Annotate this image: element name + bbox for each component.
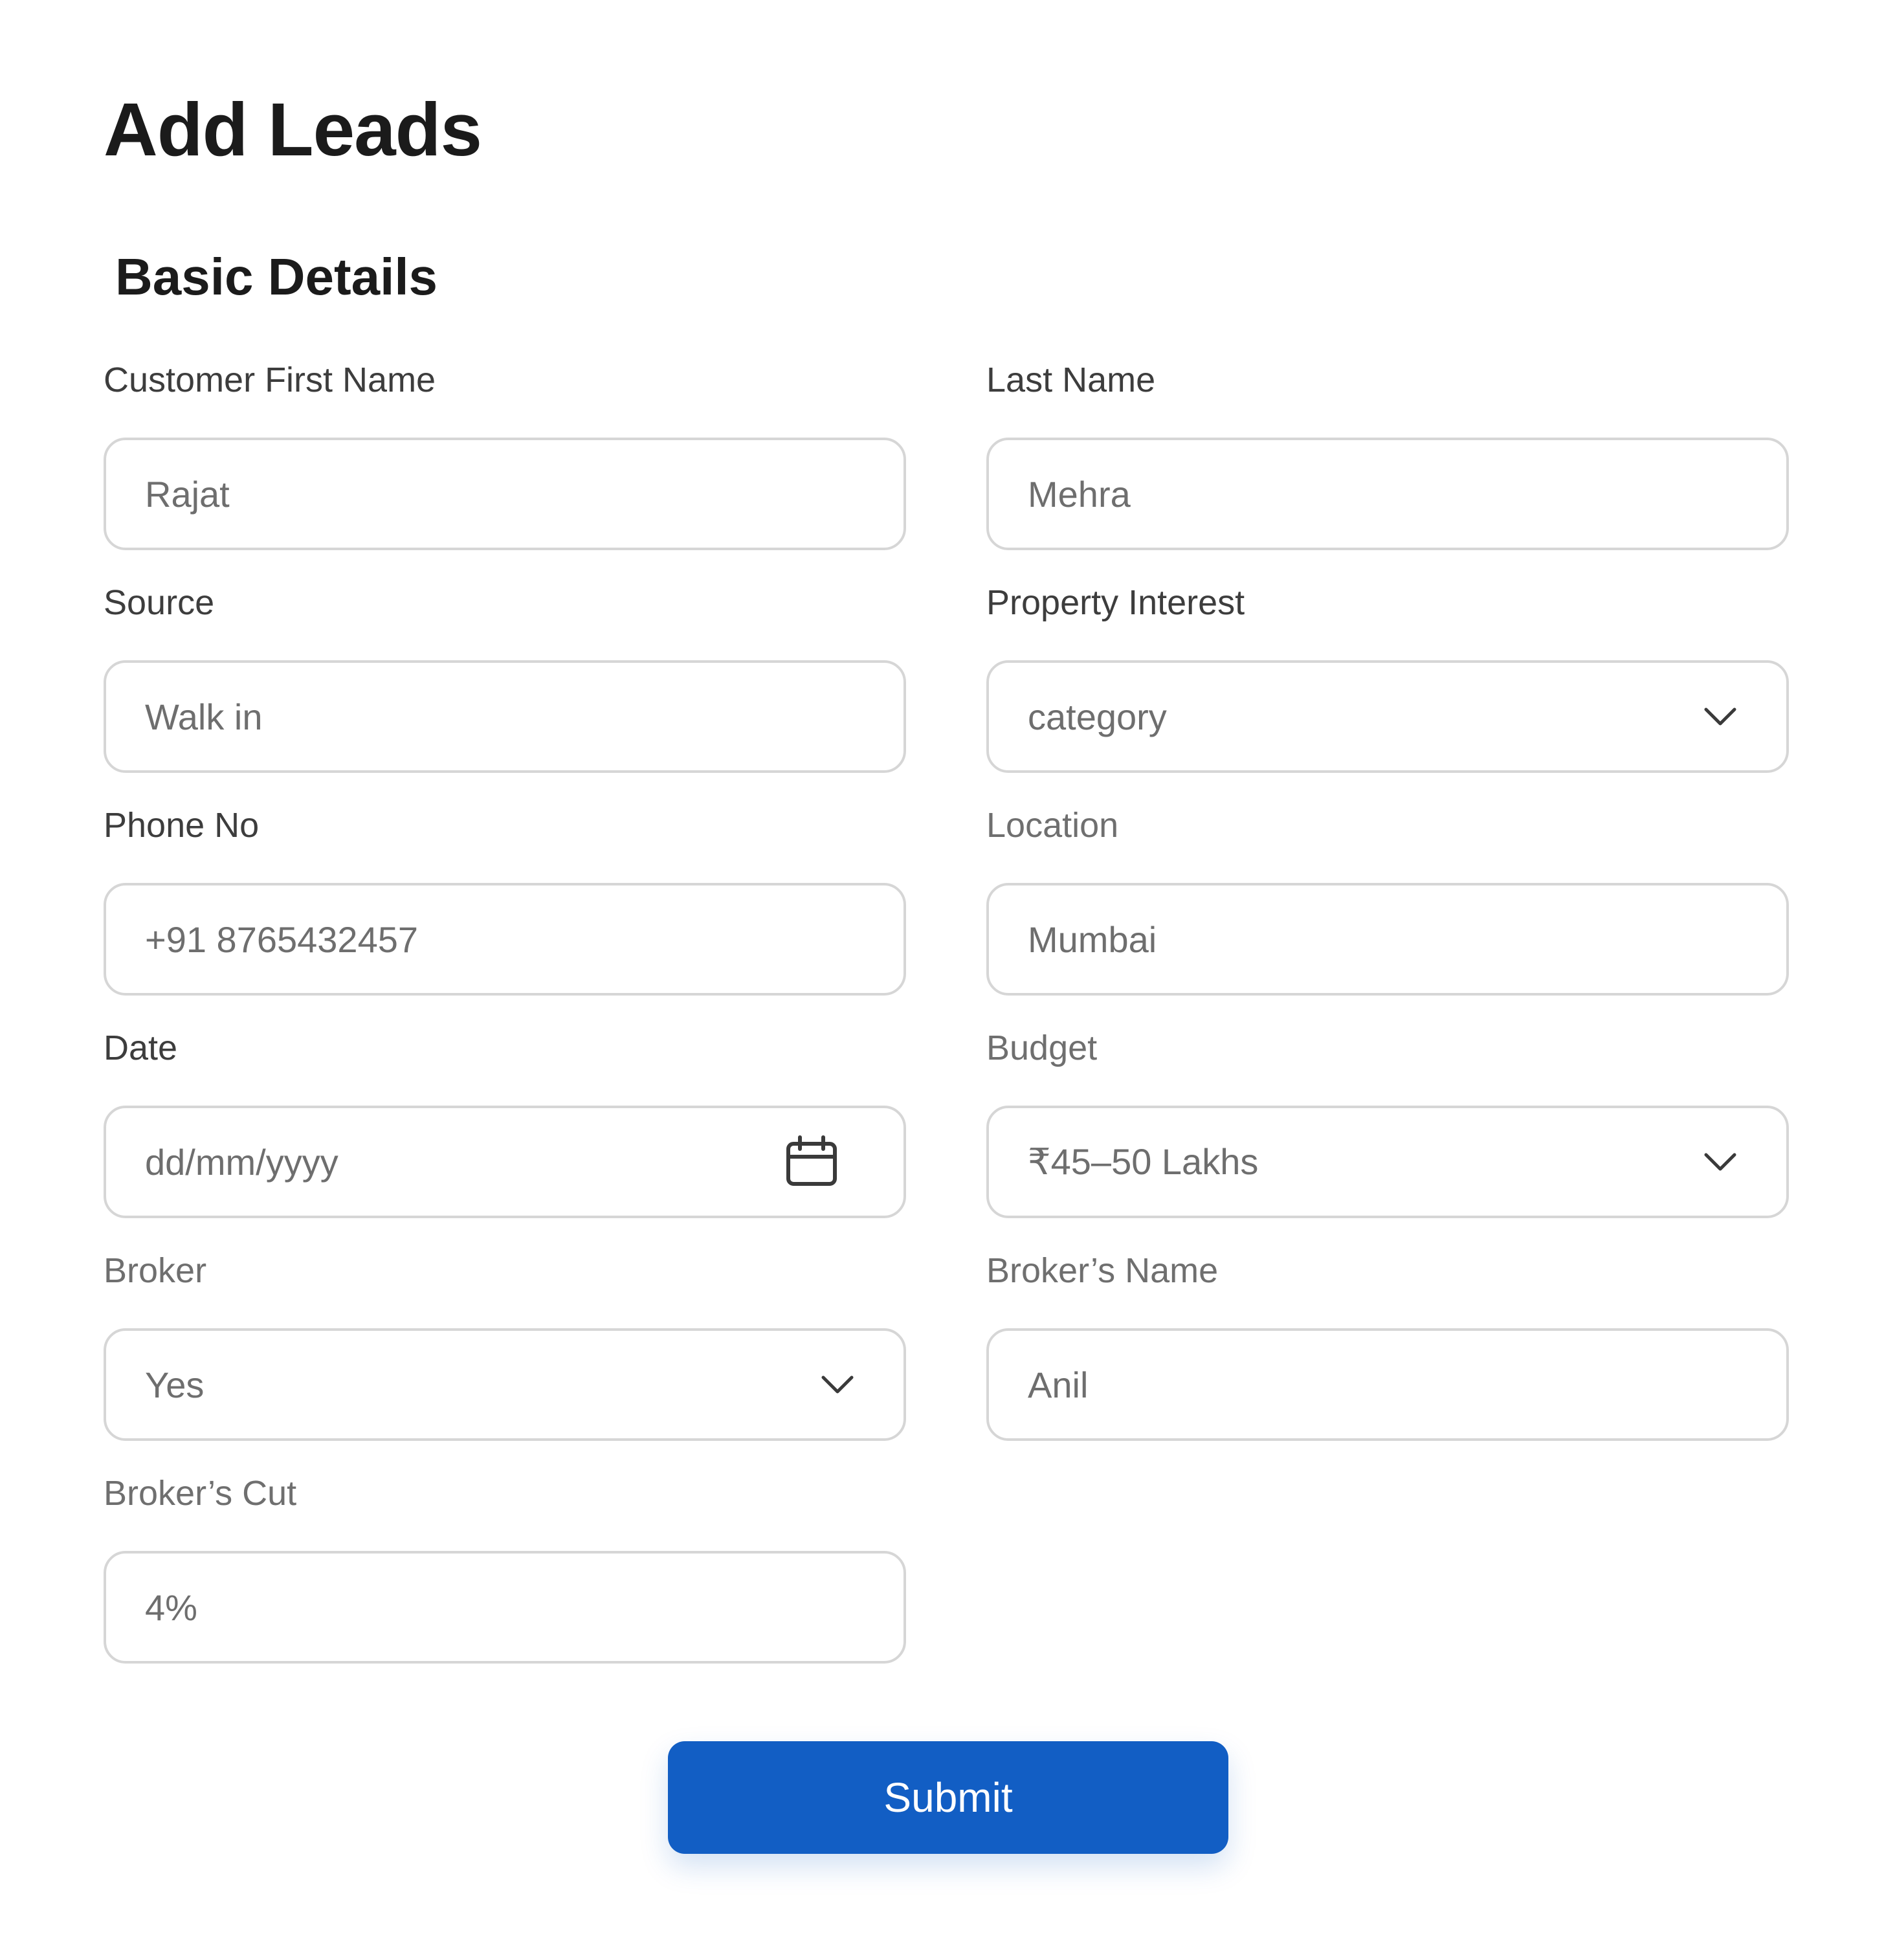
budget-label: Budget: [986, 1029, 1098, 1067]
calendar-icon[interactable]: [784, 1135, 839, 1189]
phone-label: Phone No: [104, 806, 260, 845]
last-name-input[interactable]: Mehra: [986, 438, 1789, 550]
location-field: Location Mumbai: [986, 803, 1789, 996]
last-name-label: Last Name: [986, 361, 1156, 399]
date-label: Date: [104, 1029, 178, 1067]
chevron-down-icon[interactable]: [1693, 1135, 1747, 1189]
location-value: Mumbai: [1028, 919, 1157, 960]
date-field: Date dd/mm/yyyy: [104, 1025, 906, 1218]
source-input[interactable]: Walk in: [104, 660, 906, 773]
chevron-down-icon[interactable]: [1693, 689, 1747, 744]
budget-select[interactable]: ₹45–50 Lakhs: [986, 1106, 1789, 1218]
last-name-value: Mehra: [1028, 473, 1131, 515]
source-value: Walk in: [145, 696, 263, 737]
first-name-label: Customer First Name: [104, 361, 436, 399]
broker-field: Broker Yes: [104, 1248, 906, 1441]
phone-field: Phone No +91 8765432457: [104, 803, 906, 996]
source-field: Source Walk in: [104, 580, 906, 773]
last-name-field: Last Name Mehra: [986, 357, 1789, 550]
broker-value: Yes: [145, 1364, 205, 1405]
broker-cut-field: Broker’s Cut 4%: [104, 1471, 906, 1664]
phone-value: +91 8765432457: [145, 919, 418, 960]
location-label: Location: [986, 806, 1119, 845]
section-title: Basic Details: [115, 248, 438, 306]
location-input[interactable]: Mumbai: [986, 883, 1789, 996]
broker-cut-value: 4%: [145, 1587, 197, 1628]
property-interest-field: Property Interest category: [986, 580, 1789, 773]
budget-field: Budget ₹45–50 Lakhs: [986, 1025, 1789, 1218]
submit-button[interactable]: Submit: [668, 1741, 1228, 1854]
property-interest-label: Property Interest: [986, 583, 1245, 622]
property-interest-value: category: [1028, 696, 1167, 737]
broker-cut-input[interactable]: 4%: [104, 1551, 906, 1664]
broker-name-label: Broker’s Name: [986, 1251, 1219, 1290]
budget-value: ₹45–50 Lakhs: [1028, 1141, 1259, 1182]
date-value: dd/mm/yyyy: [145, 1141, 338, 1183]
broker-name-input[interactable]: Anil: [986, 1328, 1789, 1441]
page-title: Add Leads: [104, 87, 482, 172]
broker-label: Broker: [104, 1251, 207, 1290]
broker-select[interactable]: Yes: [104, 1328, 906, 1441]
first-name-field: Customer First Name Rajat: [104, 357, 906, 550]
date-input[interactable]: dd/mm/yyyy: [104, 1106, 906, 1218]
first-name-value: Rajat: [145, 473, 230, 515]
broker-name-value: Anil: [1028, 1364, 1089, 1405]
broker-cut-label: Broker’s Cut: [104, 1474, 297, 1513]
source-label: Source: [104, 583, 215, 622]
chevron-down-icon[interactable]: [810, 1357, 865, 1412]
property-interest-select[interactable]: category: [986, 660, 1789, 773]
broker-name-field: Broker’s Name Anil: [986, 1248, 1789, 1441]
phone-input[interactable]: +91 8765432457: [104, 883, 906, 996]
first-name-input[interactable]: Rajat: [104, 438, 906, 550]
